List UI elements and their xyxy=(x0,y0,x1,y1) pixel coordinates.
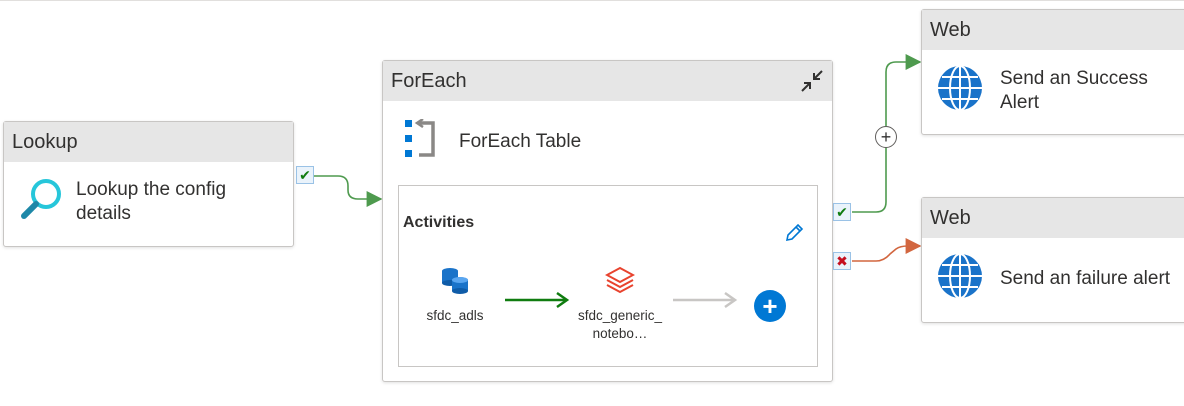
web-success-header: Web xyxy=(922,10,1184,50)
lookup-title: Lookup the config details xyxy=(76,178,227,224)
foreach-failure-badge[interactable]: ✖ xyxy=(833,252,851,270)
foreach-success-badge[interactable]: ✔ xyxy=(833,203,851,221)
activities-container[interactable]: Activities sfdc_adls sfdc_generic_notebo… xyxy=(398,185,818,367)
activity-label: sfdc_adls xyxy=(426,308,484,323)
foreach-icon xyxy=(403,117,437,164)
globe-icon xyxy=(936,64,984,117)
activity-sfdc-notebook[interactable]: sfdc_generic_notebo… xyxy=(575,266,665,343)
activity-success-arrow xyxy=(505,291,570,309)
activity-label: sfdc_generic_notebo… xyxy=(577,308,663,341)
lookup-success-badge[interactable]: ✔ xyxy=(296,166,314,184)
add-activity-button[interactable]: + xyxy=(754,290,786,322)
foreach-header: ForEach xyxy=(391,69,467,92)
globe-icon xyxy=(936,252,984,305)
activity-sfdc-adls[interactable]: sfdc_adls xyxy=(419,266,491,325)
web-success-card[interactable]: Web Send an Success Alert xyxy=(921,9,1184,135)
pencil-icon[interactable] xyxy=(783,222,805,244)
lookup-to-foreach-connector xyxy=(314,175,383,207)
plus-icon: + xyxy=(880,127,892,147)
foreach-activity-card[interactable]: ForEach ForEach Table Activities sfdc_ad… xyxy=(382,60,833,382)
web-failure-card[interactable]: Web Send an failure alert xyxy=(921,197,1184,323)
collapse-icon[interactable] xyxy=(798,67,826,95)
database-icon xyxy=(419,266,491,301)
foreach-failure-connector xyxy=(852,238,922,262)
plus-icon: + xyxy=(762,291,778,321)
next-activity-arrow xyxy=(673,291,738,309)
add-activity-between-button[interactable]: + xyxy=(875,126,897,148)
activities-label: Activities xyxy=(403,214,475,231)
web-success-title: Send an Success Alert xyxy=(1000,67,1148,113)
checkmark-icon: ✔ xyxy=(836,203,848,220)
web-failure-title: Send an failure alert xyxy=(1000,267,1171,289)
databricks-icon xyxy=(575,266,665,301)
search-icon xyxy=(20,176,64,227)
lookup-header: Lookup xyxy=(4,122,293,162)
lookup-activity-card[interactable]: Lookup Lookup the config details xyxy=(3,121,294,247)
web-failure-header: Web xyxy=(922,198,1184,238)
close-icon: ✖ xyxy=(836,252,848,269)
foreach-title: ForEach Table xyxy=(459,130,582,152)
checkmark-icon: ✔ xyxy=(299,166,311,183)
